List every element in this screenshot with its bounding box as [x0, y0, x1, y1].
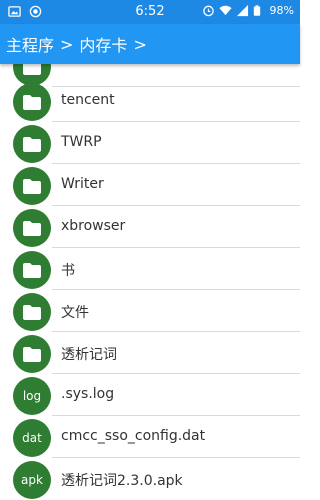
- breadcrumb-separator: >: [133, 34, 147, 54]
- list-item[interactable]: dat cmcc_sso_config.dat: [0, 415, 300, 458]
- wifi-icon: [219, 4, 232, 17]
- file-type-badge: apk: [13, 461, 51, 499]
- app-bar: 主程序 > 内存卡 >: [0, 24, 300, 64]
- folder-icon: [13, 167, 51, 205]
- file-name: Writer: [61, 176, 104, 192]
- list-item[interactable]: 透析记词: [0, 331, 300, 374]
- folder-icon: [13, 251, 51, 289]
- battery-percent: 98%: [269, 4, 294, 17]
- folder-icon: [13, 209, 51, 247]
- file-type-badge: log: [13, 377, 51, 415]
- status-bar: 6:52 98%: [0, 0, 300, 24]
- battery-icon: [253, 4, 266, 17]
- file-name: .sys.log: [61, 386, 115, 402]
- alarm-icon: [202, 4, 215, 17]
- folder-icon: [13, 293, 51, 331]
- file-name: tencent: [61, 92, 115, 108]
- list-item[interactable]: TWRP: [0, 121, 300, 164]
- folder-icon: [13, 335, 51, 373]
- file-name: xbrowser: [61, 218, 126, 234]
- breadcrumb: 主程序 > 内存卡 >: [6, 32, 149, 56]
- list-item[interactable]: 书: [0, 247, 300, 290]
- file-name: 透析记词: [61, 347, 117, 363]
- list-item[interactable]: log .sys.log: [0, 373, 300, 416]
- status-right-icons: 98%: [202, 4, 294, 17]
- breadcrumb-separator: >: [60, 34, 74, 54]
- list-item[interactable]: tencent: [0, 79, 300, 122]
- file-name: 文件: [61, 305, 89, 321]
- list-item[interactable]: 文件: [0, 289, 300, 332]
- file-name: 透析记词2.3.0.apk: [61, 473, 183, 489]
- list-item[interactable]: xbrowser: [0, 205, 300, 248]
- list-item[interactable]: Writer: [0, 163, 300, 206]
- file-name: TWRP: [61, 134, 102, 150]
- folder-icon: [13, 125, 51, 163]
- file-name: 书: [61, 263, 75, 279]
- signal-icon: [236, 4, 249, 17]
- folder-icon: [13, 83, 51, 121]
- breadcrumb-item-root[interactable]: 主程序: [6, 32, 54, 56]
- list-item[interactable]: apk 透析记词2.3.0.apk: [0, 457, 300, 499]
- breadcrumb-item-sdcard[interactable]: 内存卡: [79, 32, 127, 56]
- file-name: cmcc_sso_config.dat: [61, 428, 206, 444]
- file-list[interactable]: tencent TWRP Writer xbrowser 书 文件 透析记词 l…: [0, 64, 300, 500]
- file-type-badge: dat: [13, 419, 51, 457]
